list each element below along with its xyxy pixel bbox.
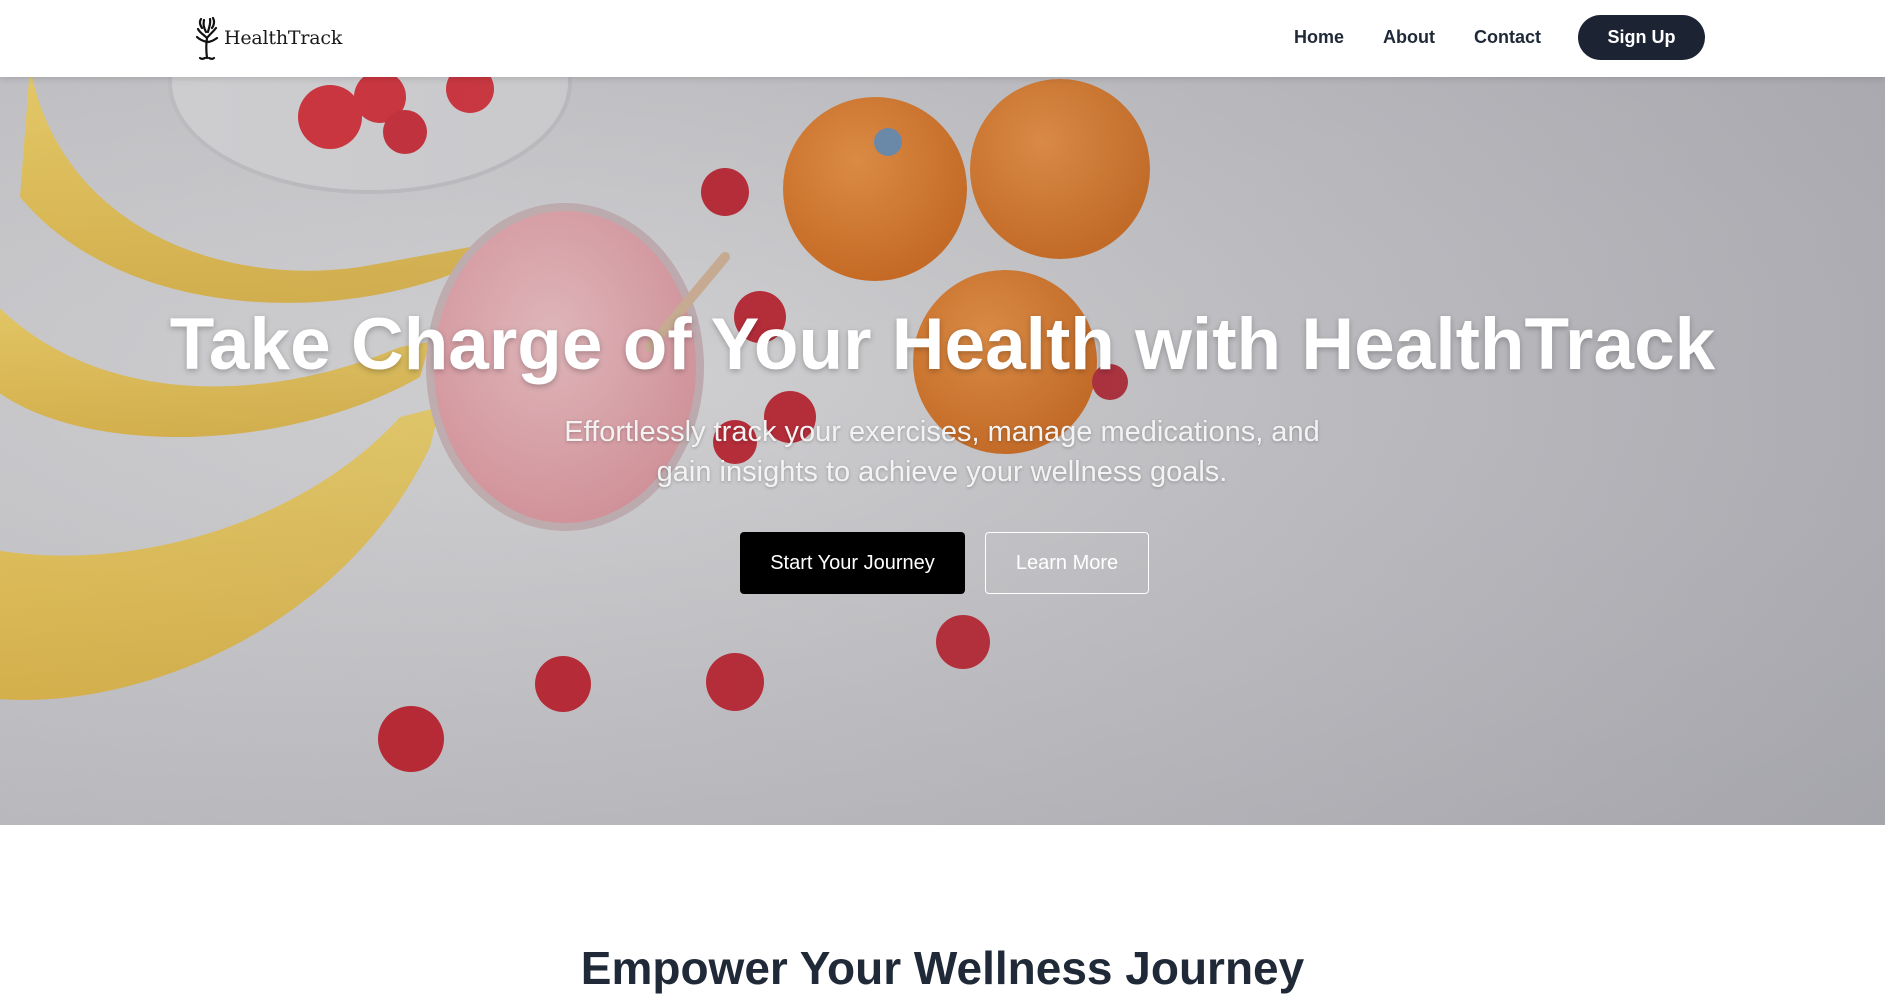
sign-up-button[interactable]: Sign Up — [1578, 15, 1705, 60]
nav-about-link[interactable]: About — [1383, 27, 1435, 48]
start-journey-button[interactable]: Start Your Journey — [740, 532, 965, 594]
hero-section: Take Charge of Your Health with HealthTr… — [0, 77, 1885, 825]
hero-title: Take Charge of Your Health with HealthTr… — [169, 304, 1716, 385]
hero-subtitle: Effortlessly track your exercises, manag… — [564, 416, 1320, 488]
learn-more-button[interactable]: Learn More — [985, 532, 1149, 594]
brand-name: HealthTrack — [224, 26, 343, 49]
site-header: HealthTrack Home About Contact Sign Up — [0, 0, 1885, 77]
nav-contact-link[interactable]: Contact — [1474, 27, 1541, 48]
brand-logo[interactable]: HealthTrack — [194, 15, 342, 60]
tree-logo-icon — [195, 16, 219, 60]
nav-home-link[interactable]: Home — [1294, 27, 1344, 48]
